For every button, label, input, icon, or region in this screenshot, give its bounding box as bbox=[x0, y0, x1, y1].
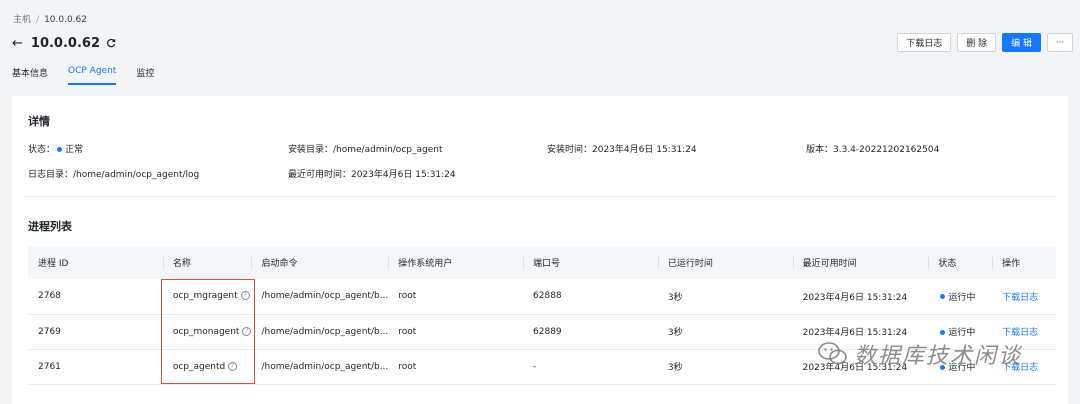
help-icon[interactable]: ? bbox=[240, 291, 250, 301]
version-field: 版本：3.3.4-20221202162504 bbox=[806, 145, 940, 155]
column-header-pid: 进程 ID bbox=[28, 246, 163, 279]
download-log-link[interactable]: 下载日志 bbox=[1002, 293, 1038, 303]
cell-name: ocp_monagent? bbox=[162, 314, 252, 350]
cell-os-user: root bbox=[388, 314, 524, 350]
table-header-row: 进程 ID 名称 启动命令 操作系统用户 端口号 已运行时间 最近可用时间 状态… bbox=[28, 246, 1056, 279]
cell-os-user: root bbox=[388, 349, 524, 385]
cell-uptime: 3秒 bbox=[657, 349, 793, 385]
tab-bar: 基本信息 OCP Agent 监控 bbox=[12, 66, 174, 86]
cell-uptime: 3秒 bbox=[657, 314, 793, 350]
cell-port: 62888 bbox=[523, 279, 658, 315]
install-dir-field: 安装目录：/home/admin/ocp_agent bbox=[288, 145, 443, 155]
column-header-status: 状态 bbox=[928, 246, 993, 279]
cell-port: 62889 bbox=[523, 314, 658, 350]
running-dot-icon bbox=[940, 294, 946, 300]
status-value: 正常 bbox=[65, 145, 84, 155]
help-icon[interactable]: ? bbox=[228, 361, 238, 371]
download-log-link[interactable]: 下载日志 bbox=[1002, 328, 1038, 338]
process-name: ocp_monagent bbox=[172, 326, 240, 337]
title-row: ← 10.0.0.62 bbox=[12, 35, 116, 51]
last-available-field: 最近可用时间：2023年4月6日 15:31:24 bbox=[288, 170, 456, 180]
download-log-button[interactable]: 下载日志 bbox=[897, 33, 952, 52]
cell-os-user: root bbox=[388, 279, 524, 315]
tab-ocp-agent[interactable]: OCP Agent bbox=[68, 66, 117, 86]
breadcrumb-current: 10.0.0.62 bbox=[44, 15, 88, 25]
cell-last-available: 2023年4月6日 15:31:24 bbox=[792, 279, 929, 315]
cell-name: ocp_mgragent? bbox=[162, 279, 252, 315]
process-list-title: 进程列表 bbox=[28, 220, 72, 233]
tab-monitor[interactable]: 监控 bbox=[136, 66, 154, 86]
cell-status: 运行中 bbox=[928, 279, 993, 315]
cell-command: /home/admin/ocp_agent/b... bbox=[251, 349, 389, 385]
column-header-command: 启动命令 bbox=[251, 246, 389, 279]
column-header-uptime: 已运行时间 bbox=[657, 246, 793, 279]
process-name: ocp_mgragent bbox=[172, 291, 238, 302]
page-header: 主机 / 10.0.0.62 ← 10.0.0.62 下载日志 删 除 编 辑 ··… bbox=[0, 0, 1080, 95]
refresh-icon[interactable] bbox=[106, 38, 116, 48]
column-header-name: 名称 bbox=[162, 246, 252, 279]
cell-port: - bbox=[523, 349, 658, 385]
process-name: ocp_agentd bbox=[172, 361, 226, 372]
tab-basic-info[interactable]: 基本信息 bbox=[12, 66, 48, 86]
column-header-port: 端口号 bbox=[523, 246, 658, 279]
breadcrumb-separator: / bbox=[36, 15, 40, 25]
wechat-icon bbox=[818, 342, 847, 365]
breadcrumb-root[interactable]: 主机 bbox=[13, 15, 31, 25]
status-dot-icon bbox=[57, 146, 63, 152]
column-header-action: 操作 bbox=[992, 246, 1056, 279]
section-divider bbox=[24, 196, 1056, 197]
running-dot-icon bbox=[940, 329, 946, 335]
status-text: 运行中 bbox=[948, 328, 976, 338]
more-button[interactable]: ··· bbox=[1047, 33, 1073, 52]
cell-command: /home/admin/ocp_agent/b... bbox=[251, 314, 389, 350]
breadcrumb: 主机 / 10.0.0.62 bbox=[13, 12, 87, 25]
cell-command: /home/admin/ocp_agent/b... bbox=[251, 279, 389, 315]
cell-action: 下载日志 bbox=[992, 279, 1056, 315]
edit-button[interactable]: 编 辑 bbox=[1002, 33, 1041, 52]
delete-button[interactable]: 删 除 bbox=[957, 33, 997, 52]
column-header-last-available: 最近可用时间 bbox=[792, 246, 929, 279]
cell-pid: 2761 bbox=[28, 349, 163, 385]
column-header-os-user: 操作系统用户 bbox=[388, 246, 524, 279]
details-title: 详情 bbox=[28, 115, 50, 128]
page-title: 10.0.0.62 bbox=[30, 35, 100, 51]
watermark-text: 数据库技术闲谈 bbox=[854, 344, 1023, 369]
header-actions: 下载日志 删 除 编 辑 ··· bbox=[897, 33, 1073, 52]
status-label: 状态： bbox=[28, 145, 56, 155]
cell-uptime: 3秒 bbox=[657, 279, 793, 315]
cell-pid: 2768 bbox=[28, 279, 163, 315]
log-dir-field: 日志目录：/home/admin/ocp_agent/log bbox=[28, 170, 200, 180]
status-text: 运行中 bbox=[948, 292, 976, 303]
back-arrow-icon[interactable]: ← bbox=[12, 37, 23, 50]
install-time-field: 安装时间：2023年4月6日 15:31:24 bbox=[547, 145, 697, 155]
help-icon[interactable]: ? bbox=[242, 326, 252, 336]
cell-pid: 2769 bbox=[28, 314, 163, 350]
watermark: 数据库技术闲谈 bbox=[818, 338, 1022, 370]
status-field: 状态： 正常 bbox=[28, 142, 83, 155]
table-row: 2768 ocp_mgragent? /home/admin/ocp_agent… bbox=[28, 279, 1056, 315]
cell-name: ocp_agentd? bbox=[162, 349, 252, 385]
